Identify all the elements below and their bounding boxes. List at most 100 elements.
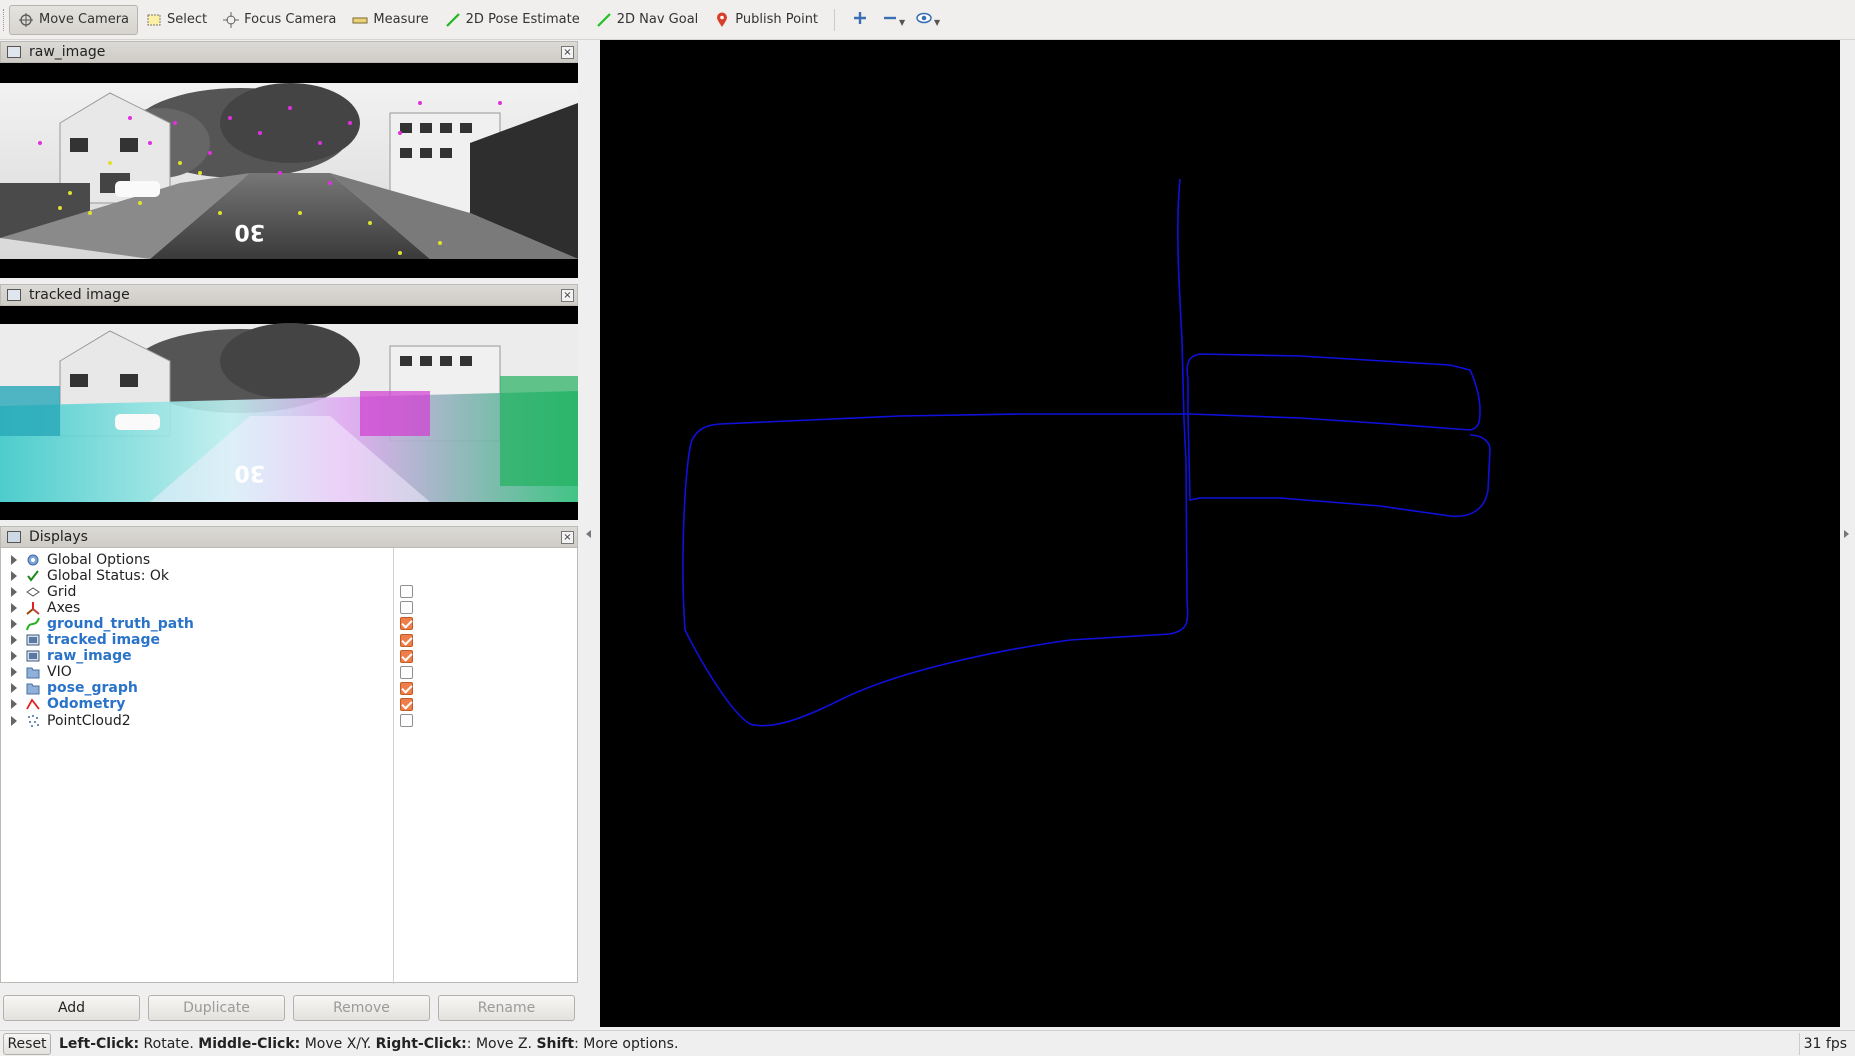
add-tool-button[interactable]: [843, 5, 877, 35]
expand-arrow-icon[interactable]: [11, 586, 17, 597]
display-enable-checkbox[interactable]: [400, 665, 413, 679]
close-icon[interactable]: ×: [561, 531, 574, 544]
collapse-right-icon[interactable]: [1844, 530, 1849, 538]
move-camera-label: Move Camera: [39, 12, 130, 27]
folder-icon: [25, 664, 41, 680]
dropdown-arrow-icon: ▼: [898, 18, 906, 27]
status-hint: Left-Click: Rotate. Middle-Click: Move X…: [59, 1036, 678, 1052]
tracked-image-panel: 30: [0, 306, 578, 520]
path-icon: [25, 616, 41, 632]
focus-camera-icon: [223, 11, 240, 28]
displays-tree: Global Options Global Status: Ok Grid Axes g…: [0, 547, 578, 984]
left-click-action: Rotate.: [139, 1035, 199, 1052]
display-enable-checkbox[interactable]: [400, 697, 413, 711]
svg-text:30: 30: [234, 460, 265, 485]
move-camera-tool[interactable]: Move Camera: [9, 4, 139, 35]
raw-image-title: raw_image: [29, 44, 106, 60]
move-camera-icon: [18, 12, 34, 28]
pose-graph-path: [682, 178, 1491, 727]
pointcloud-icon: [25, 713, 41, 729]
display-enable-checkbox[interactable]: [400, 617, 413, 631]
left-click-key: Left-Click:: [59, 1035, 140, 1052]
shift-action: : More options.: [574, 1035, 679, 1052]
displays-button-bar: Add Duplicate Remove Rename: [0, 990, 578, 1026]
view-panels-dropdown[interactable]: ▼: [911, 5, 945, 35]
svg-text:30: 30: [234, 219, 265, 244]
reset-button[interactable]: Reset: [3, 1032, 51, 1055]
expand-arrow-icon[interactable]: [11, 570, 17, 581]
close-icon[interactable]: ×: [561, 46, 574, 59]
nav-goal-icon: [596, 12, 612, 28]
image-icon: [25, 648, 41, 664]
expand-arrow-icon[interactable]: [11, 554, 17, 565]
odometry-icon: [25, 696, 41, 712]
status-bar: Reset Left-Click: Rotate. Middle-Click: …: [0, 1030, 1855, 1056]
raw-camera-image: 30: [0, 63, 578, 278]
nav-goal-tool[interactable]: 2D Nav Goal: [588, 5, 707, 35]
display-enable-checkbox[interactable]: [400, 649, 413, 663]
measure-icon: [352, 12, 368, 28]
folder-icon: [25, 680, 41, 696]
display-item-label: VIO: [47, 664, 72, 681]
remove-tool-dropdown[interactable]: ▼: [877, 5, 911, 35]
trajectory-canvas[interactable]: [600, 40, 1840, 1027]
rename-button[interactable]: Rename: [438, 995, 575, 1021]
pose-estimate-label: 2D Pose Estimate: [465, 12, 580, 27]
right-click-action: : Move Z.: [466, 1035, 537, 1052]
display-item-label: tracked image: [47, 632, 161, 648]
toolbar-separator: [834, 8, 836, 31]
right-click-key: Right-Click:: [375, 1035, 467, 1052]
expand-arrow-icon[interactable]: [11, 699, 17, 710]
publish-point-tool[interactable]: Publish Point: [706, 5, 826, 35]
display-enable-checkbox[interactable]: [400, 633, 413, 647]
pose-estimate-tool[interactable]: 2D Pose Estimate: [437, 5, 588, 35]
focus-camera-tool[interactable]: Focus Camera: [215, 5, 344, 35]
expand-arrow-icon[interactable]: [11, 618, 17, 629]
display-enable-checkbox[interactable]: [400, 601, 413, 615]
expand-arrow-icon[interactable]: [11, 651, 17, 662]
image-icon: [7, 289, 21, 301]
render-3d-view[interactable]: [600, 40, 1840, 1027]
select-label: Select: [167, 12, 208, 27]
expand-arrow-icon[interactable]: [11, 635, 17, 645]
monitor-icon: [7, 531, 21, 543]
close-icon[interactable]: ×: [561, 289, 574, 302]
fps-counter: 31 fps: [1798, 1033, 1851, 1055]
expand-arrow-icon[interactable]: [11, 715, 17, 726]
right-dock-bar[interactable]: [1840, 40, 1855, 1027]
display-item-label: Axes: [47, 599, 81, 616]
tracked-image-panel-title: tracked image ×: [0, 284, 578, 306]
image-icon: [7, 46, 21, 58]
display-item-label: PointCloud2: [47, 712, 131, 729]
plus-icon: [853, 11, 867, 28]
expand-arrow-icon[interactable]: [11, 602, 17, 613]
expand-arrow-icon[interactable]: [11, 683, 17, 694]
display-item-label: ground_truth_path: [47, 615, 194, 632]
display-item-label: pose_graph: [47, 680, 138, 697]
select-tool[interactable]: Select: [138, 5, 215, 35]
measure-tool[interactable]: Measure: [344, 5, 436, 35]
display-item-label: raw_image: [47, 648, 132, 665]
add-button[interactable]: Add: [3, 995, 140, 1021]
panel-splitter[interactable]: [579, 40, 599, 1027]
expand-arrow-icon[interactable]: [11, 667, 17, 678]
pose-estimate-icon: [445, 12, 461, 28]
publish-point-icon: [714, 12, 730, 28]
duplicate-button[interactable]: Duplicate: [148, 995, 285, 1021]
raw-image-panel-title: raw_image ×: [0, 41, 578, 63]
display-enable-checkbox[interactable]: [400, 681, 413, 695]
display-enable-checkbox[interactable]: [400, 714, 413, 727]
display-enable-checkbox[interactable]: [400, 585, 413, 599]
eye-icon: [916, 12, 932, 27]
displays-title: Displays: [29, 529, 88, 545]
remove-button[interactable]: Remove: [293, 995, 430, 1021]
image-icon: [25, 632, 41, 648]
display-item[interactable]: PointCloud2: [1, 711, 577, 730]
shift-key: Shift: [536, 1035, 575, 1052]
display-item-label: Global Options: [47, 551, 151, 568]
displays-panel-title: Displays ×: [0, 526, 578, 548]
gear-icon: [25, 552, 41, 568]
measure-label: Measure: [373, 12, 429, 27]
minus-icon: [883, 11, 897, 28]
collapse-left-icon[interactable]: [586, 530, 591, 538]
